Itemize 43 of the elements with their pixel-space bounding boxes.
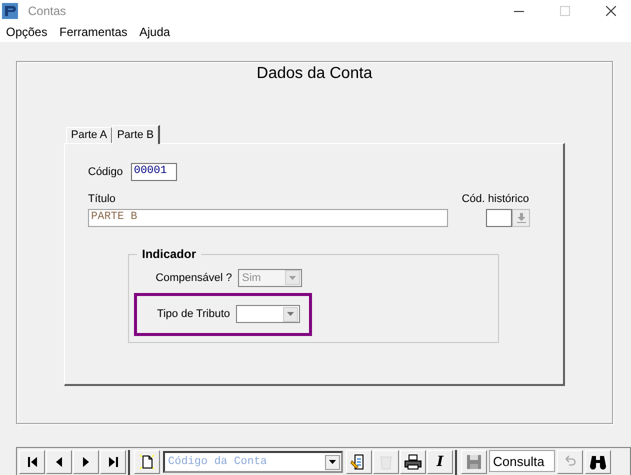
app-logo-icon bbox=[2, 2, 18, 19]
triangle-arrow-icon bbox=[83, 457, 89, 468]
italic-button[interactable]: I bbox=[427, 450, 453, 474]
printer-button[interactable] bbox=[400, 450, 426, 474]
title-label: Título bbox=[88, 192, 116, 205]
new-document-button[interactable] bbox=[134, 450, 160, 474]
binoculars-button[interactable] bbox=[585, 450, 611, 474]
input-field[interactable]: Código da Conta bbox=[165, 456, 325, 468]
maximize-icon bbox=[560, 6, 570, 16]
account-code-dropdown[interactable]: Código da Conta bbox=[163, 451, 343, 474]
mode-field: Consulta bbox=[489, 450, 555, 472]
document-icon bbox=[138, 453, 156, 472]
arrow-button[interactable] bbox=[46, 450, 72, 474]
close-icon[interactable] bbox=[606, 6, 616, 16]
window-title: Contas bbox=[28, 4, 66, 18]
panel-title: Dados da Conta bbox=[256, 64, 374, 84]
binoculars-icon bbox=[589, 454, 607, 470]
edit-document-button[interactable] bbox=[346, 450, 372, 474]
tab[interactable]: Parte B bbox=[112, 124, 160, 144]
history-code-field[interactable] bbox=[486, 208, 512, 227]
menu-item[interactable]: Ferramentas bbox=[59, 24, 128, 39]
code-field[interactable]: 00001 bbox=[130, 162, 177, 181]
code-label: Código bbox=[88, 166, 123, 178]
dropdown[interactable] bbox=[236, 305, 300, 324]
arrow-button[interactable] bbox=[73, 450, 99, 474]
skip-icon bbox=[108, 457, 118, 468]
group-title: Indicador bbox=[137, 246, 202, 261]
skip-icon bbox=[28, 457, 36, 468]
caret-icon bbox=[289, 276, 296, 280]
caret-icon bbox=[287, 312, 294, 316]
download-arrow-icon bbox=[516, 212, 526, 223]
title-field[interactable]: PARTE B bbox=[88, 208, 448, 227]
printer-icon bbox=[404, 453, 422, 472]
skip-button[interactable] bbox=[100, 450, 126, 474]
tab[interactable]: Parte A bbox=[66, 126, 112, 143]
caret-icon bbox=[329, 460, 336, 464]
field-label: Compensável ? bbox=[156, 272, 232, 284]
history-code-label: Cód. histórico bbox=[462, 192, 529, 205]
triangle-arrow-icon bbox=[56, 457, 62, 468]
menu-item[interactable]: Opções bbox=[6, 24, 48, 39]
field-label: Tipo de Tributo bbox=[157, 308, 230, 320]
skip-button[interactable] bbox=[19, 450, 45, 474]
menu-item[interactable]: Ajuda bbox=[139, 24, 170, 39]
